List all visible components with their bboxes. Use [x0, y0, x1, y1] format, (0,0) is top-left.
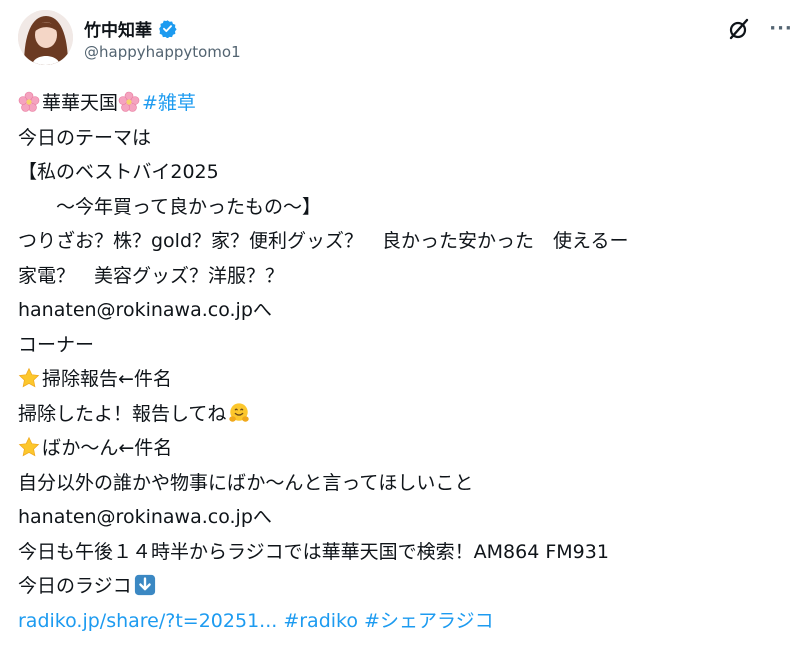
hashtag-link[interactable]: #シェアラジコ [364, 610, 494, 632]
hashtag-link[interactable]: #radiko [283, 610, 358, 632]
radiko-link[interactable]: radiko.jp/share/?t=20251... [18, 610, 277, 632]
text-line: 華華天国 #雑草 [18, 86, 798, 121]
user-handle[interactable]: @happyhappytomo1 [84, 43, 241, 61]
text-line: ばか〜ん←件名 [18, 431, 798, 466]
text-line: 【私のベストバイ2025 [18, 161, 219, 183]
text-line: 〜今年買って良かったもの〜】 [18, 195, 322, 218]
line-text: 掃除したよ！報告してね [18, 402, 227, 425]
down-arrow-icon [134, 573, 156, 596]
more-options-button[interactable]: ··· [768, 16, 794, 42]
line-text: 掃除報告←件名 [42, 368, 172, 390]
hugging-face-icon [228, 401, 250, 423]
cherry-blossom-icon [118, 90, 140, 112]
text-line: radiko.jp/share/?t=20251... #radiko #シェア… [18, 604, 798, 639]
verified-badge-icon [158, 19, 177, 39]
grok-icon[interactable] [726, 16, 752, 42]
line-text: 今日のラジコ [18, 575, 132, 597]
star-icon [18, 366, 40, 388]
text-line: 掃除したよ！報告してね [18, 397, 798, 432]
text-line: 今日のテーマは [18, 126, 152, 149]
text-line: 家電？ 美容グッズ？洋服？？ [18, 264, 285, 287]
text-line: 今日のラジコ [18, 569, 798, 604]
post-header: 竹中知華 @happyhappytomo1 ··· [18, 8, 798, 68]
display-name[interactable]: 竹中知華 [84, 16, 152, 41]
text-line: つりざお？株？gold？家？便利グッズ？ 良かった安かった 使えるー [18, 230, 629, 252]
line-text: 華華天国 [42, 92, 119, 114]
text-line: 自分以外の誰かや物事にばか〜んと言ってほしいこと [18, 471, 474, 494]
star-icon [18, 435, 40, 457]
cherry-blossom-icon [18, 90, 40, 112]
avatar[interactable] [18, 10, 73, 65]
text-line: 今日も午後１４時半からラジコでは華華天国で検索！AM864 FM931 [18, 540, 609, 563]
text-line: コーナー [18, 333, 95, 356]
text-line: hanaten@rokinawa.co.jpへ [18, 299, 272, 321]
hashtag-link[interactable]: #雑草 [142, 92, 196, 114]
text-line: hanaten@rokinawa.co.jpへ [18, 506, 272, 528]
line-text: ばか〜ん←件名 [42, 437, 173, 459]
text-line: 掃除報告←件名 [18, 362, 798, 397]
post-text: 華華天国 #雑草 今日のテーマは 【私のベストバイ2025 〜今年買って良かった… [18, 86, 798, 638]
